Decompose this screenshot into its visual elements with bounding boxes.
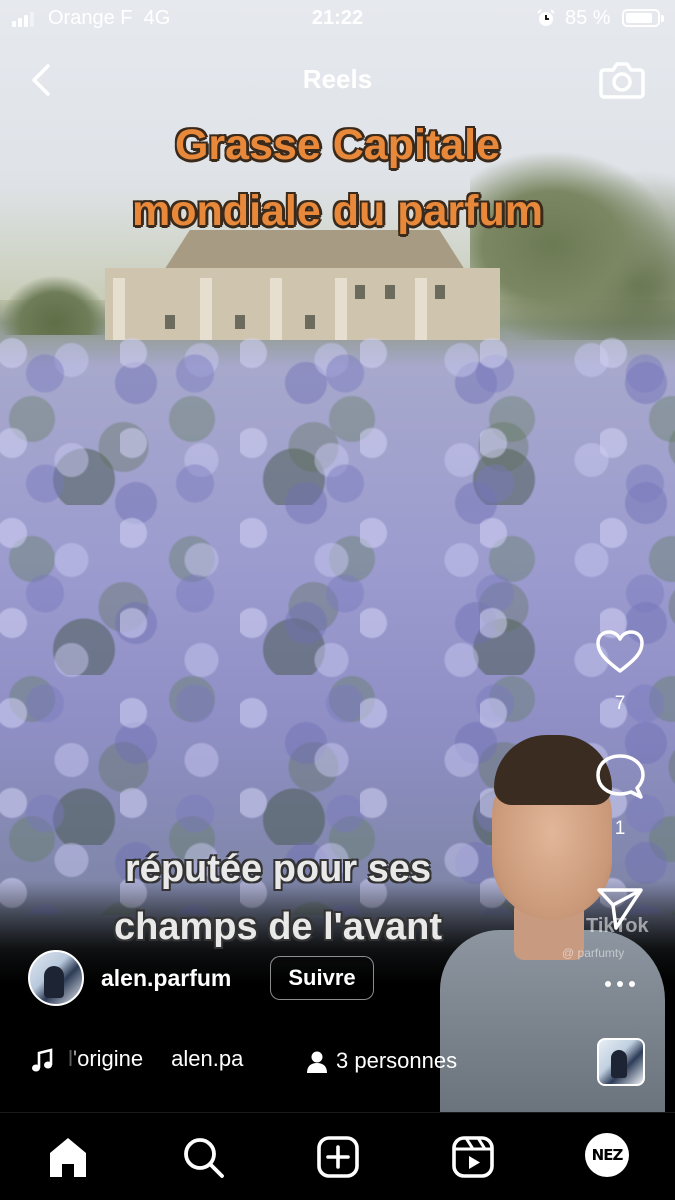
status-bar: Orange F 4G 21:22 85 %	[0, 0, 675, 40]
share-button[interactable]	[594, 884, 646, 932]
tab-home[interactable]	[44, 1133, 92, 1181]
video-farmhouse	[105, 230, 500, 340]
comment-button[interactable]	[594, 752, 646, 800]
tab-profile[interactable]: NEZ	[585, 1133, 629, 1177]
like-button[interactable]	[594, 628, 646, 676]
author-avatar[interactable]	[28, 950, 84, 1006]
bottom-tab-bar	[0, 1112, 675, 1200]
home-icon	[50, 1138, 86, 1177]
battery-percent: 85 %	[565, 7, 611, 29]
tab-create[interactable]	[314, 1133, 362, 1181]
follow-button[interactable]: Suivre	[270, 956, 374, 1000]
video-caption-top: Grasse Capitale mondiale du parfum	[132, 121, 543, 235]
search-icon	[184, 1138, 224, 1178]
video-caption-bottom: réputée pour ses champs de l'avant	[114, 848, 442, 948]
create-plus-icon	[317, 1136, 359, 1178]
audio-track-marquee[interactable]: l'origine alen.pa	[68, 1046, 275, 1078]
tab-search[interactable]	[179, 1133, 227, 1181]
audio-thumbnail[interactable]	[597, 1038, 645, 1086]
music-note-icon	[32, 1048, 53, 1072]
comment-count: 1	[614, 818, 626, 839]
battery-icon	[622, 9, 664, 27]
reels-screen: TikTok @ parfumty Orange F 4G 21:22 85 %…	[0, 0, 675, 1200]
author-username[interactable]: alen.parfum	[101, 965, 231, 992]
tagged-people[interactable]: 3 personnes	[336, 1048, 457, 1074]
alarm-icon	[537, 9, 555, 26]
audio-track-author: alen.pa	[171, 1046, 244, 1071]
person-icon	[307, 1051, 327, 1073]
page-title: Reels	[302, 64, 373, 94]
like-count: 7	[614, 693, 626, 714]
tiktok-handle-watermark: @ parfumty	[562, 946, 625, 960]
audio-track-text: l'origine	[68, 1046, 144, 1071]
reels-icon	[452, 1136, 494, 1178]
tab-reels[interactable]	[449, 1133, 497, 1181]
camera-button[interactable]	[598, 57, 646, 101]
more-options-button[interactable]	[594, 960, 646, 1008]
video-trees-left	[0, 275, 110, 335]
